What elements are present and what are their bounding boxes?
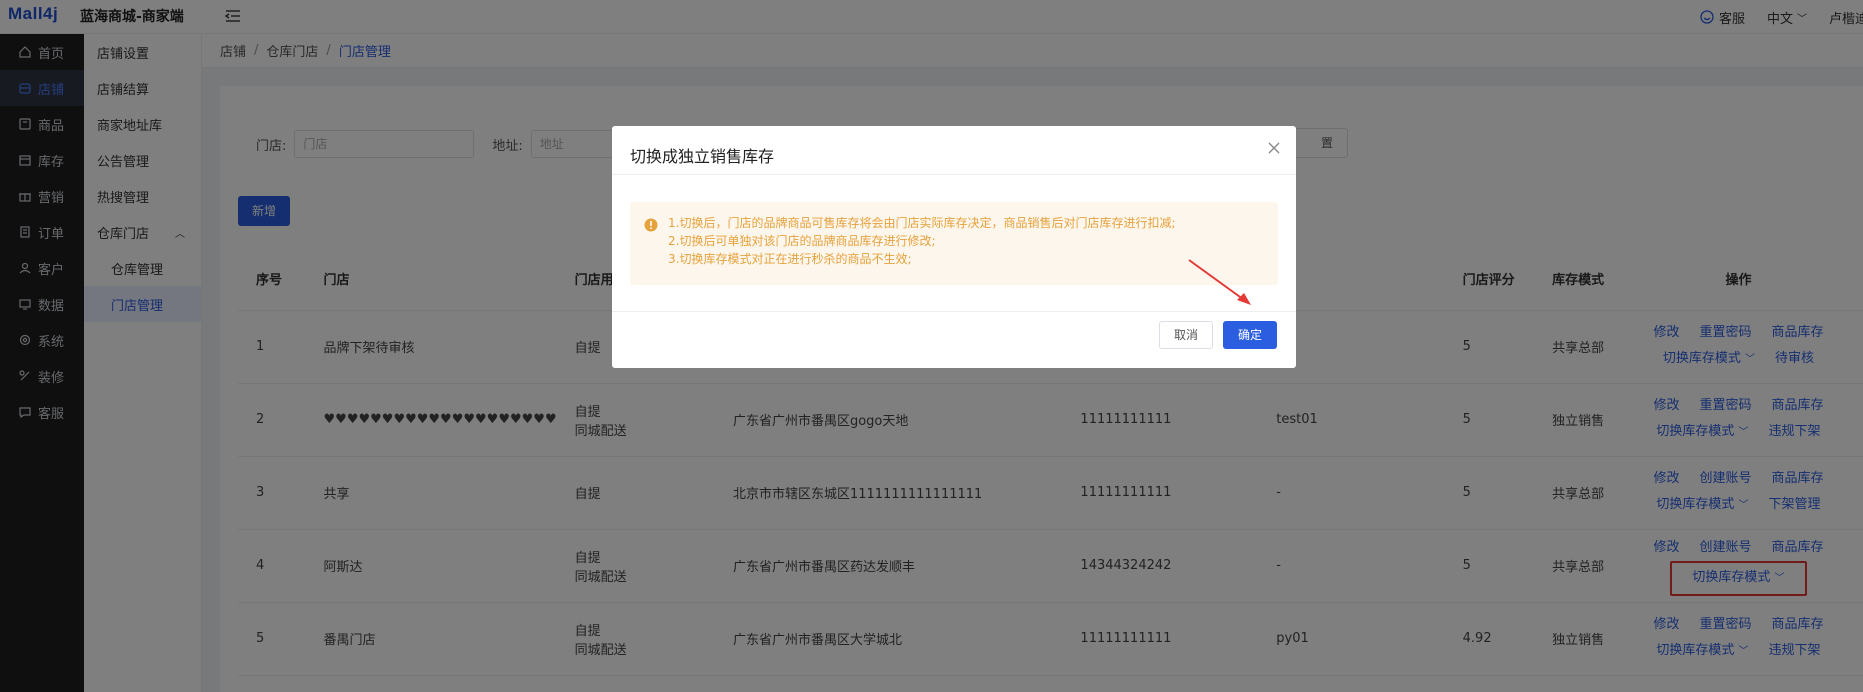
confirm-button[interactable]: 确定: [1223, 321, 1277, 349]
cancel-button[interactable]: 取消: [1159, 321, 1213, 349]
alert-line: 2.切换后可单独对该门店的品牌商品库存进行修改;: [668, 234, 936, 248]
warning-icon: [644, 218, 658, 232]
dialog-title: 切换成独立销售库存: [630, 147, 775, 166]
switch-stock-mode-dialog: 切换成独立销售库存 1.切换后，门店的品牌商品可售库存将会由门店实际库存决定，商…: [612, 126, 1296, 368]
dialog-footer-divider: [612, 311, 1296, 312]
annotation-arrow-icon: [1188, 259, 1251, 305]
alert-line: 1.切换后，门店的品牌商品可售库存将会由门店实际库存决定，商品销售后对门店库存进…: [668, 216, 1176, 230]
close-icon[interactable]: [1266, 140, 1282, 156]
warning-alert: 1.切换后，门店的品牌商品可售库存将会由门店实际库存决定，商品销售后对门店库存进…: [630, 202, 1278, 285]
dialog-divider: [612, 174, 1296, 175]
